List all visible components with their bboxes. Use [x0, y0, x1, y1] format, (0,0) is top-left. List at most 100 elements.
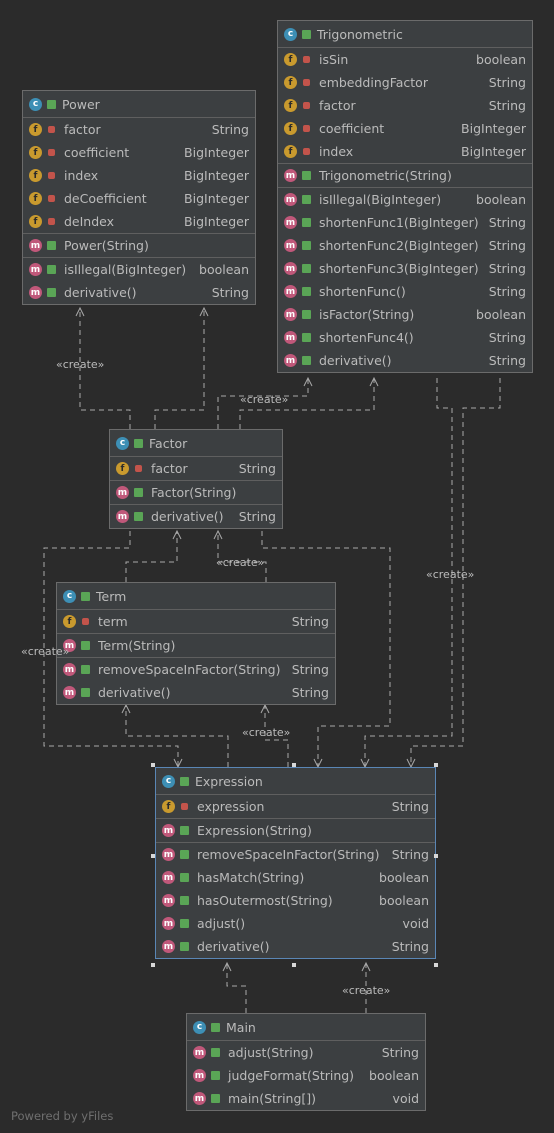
selection-handle[interactable] [151, 963, 155, 967]
method-icon: m [162, 917, 175, 930]
selection-handle[interactable] [292, 963, 296, 967]
method-row[interactable]: m derivative() String [23, 281, 255, 304]
method-row[interactable]: m shortenFunc1(BigInteger) String [278, 211, 532, 234]
method-row[interactable]: m Factor(String) [110, 481, 282, 504]
field-icon: f [29, 146, 42, 159]
class-header[interactable]: c Term [57, 583, 335, 610]
class-header[interactable]: c Factor [110, 430, 282, 457]
member-type: BigInteger [184, 191, 249, 206]
field-row[interactable]: f index BigInteger [23, 164, 255, 187]
public-visibility-icon [81, 591, 90, 601]
member-name: removeSpaceInFactor(String) [98, 662, 281, 677]
field-row[interactable]: f factor String [278, 94, 532, 117]
field-icon: f [29, 169, 42, 182]
class-node-term[interactable]: c Term f term String m Term(String) m removeSpac… [56, 582, 336, 705]
method-row[interactable]: m isFactor(String) boolean [278, 303, 532, 326]
method-row[interactable]: m Term(String) [57, 634, 335, 657]
method-row[interactable]: m isIllegal(BigInteger) boolean [278, 188, 532, 211]
private-lock-icon [303, 79, 310, 86]
class-header[interactable]: c Power [23, 91, 255, 118]
class-node-trigonometric[interactable]: c Trigonometric f isSin boolean f embeddingFac… [277, 20, 533, 373]
field-row[interactable]: f expression String [156, 795, 435, 818]
member-name: isIllegal(BigInteger) [64, 262, 187, 277]
class-name: Main [226, 1019, 256, 1035]
class-node-main[interactable]: c Main m adjust(String) String m judgeFormat(S… [186, 1013, 426, 1111]
method-row[interactable]: m derivative() String [57, 681, 335, 704]
private-lock-icon [303, 102, 310, 109]
member-type: String [488, 215, 526, 230]
method-row[interactable]: m judgeFormat(String) boolean [187, 1064, 425, 1087]
member-type: String [291, 662, 329, 677]
field-row[interactable]: f factor String [110, 457, 282, 480]
method-row[interactable]: m hasOutermost(String) boolean [156, 889, 435, 912]
public-visibility-icon [211, 1071, 220, 1080]
field-row[interactable]: f embeddingFactor String [278, 71, 532, 94]
member-type: String [391, 799, 429, 814]
private-lock-icon [48, 126, 55, 133]
method-row[interactable]: m derivative() String [278, 349, 532, 372]
class-node-expression[interactable]: c Expression f expression String m Expression(… [155, 767, 436, 959]
member-name: hasOutermost(String) [197, 893, 333, 908]
field-row[interactable]: f coefficient BigInteger [23, 141, 255, 164]
class-node-power[interactable]: c Power f factor String f coefficient BigIntege… [22, 90, 256, 305]
selection-handle[interactable] [151, 854, 155, 858]
public-visibility-icon [302, 310, 311, 319]
member-type: String [488, 284, 526, 299]
method-row[interactable]: m removeSpaceInFactor(String) String [156, 843, 435, 866]
field-row[interactable]: f index BigInteger [278, 140, 532, 163]
method-row[interactable]: m Power(String) [23, 234, 255, 257]
class-header[interactable]: c Main [187, 1014, 425, 1041]
public-visibility-icon [47, 288, 56, 297]
edge-expr-term-1[interactable] [121, 703, 229, 767]
field-row[interactable]: f isSin boolean [278, 48, 532, 71]
public-visibility-icon [302, 264, 311, 273]
method-row[interactable]: m hasMatch(String) boolean [156, 866, 435, 889]
member-name: Trigonometric(String) [319, 168, 452, 183]
field-row[interactable]: f deIndex BigInteger [23, 210, 255, 233]
edge-term-factor-1[interactable] [125, 529, 182, 582]
selection-handle[interactable] [434, 854, 438, 858]
selection-handle[interactable] [434, 963, 438, 967]
selection-handle[interactable] [151, 763, 155, 767]
method-row[interactable]: m isIllegal(BigInteger) boolean [23, 258, 255, 281]
method-row[interactable]: m shortenFunc2(BigInteger) String [278, 234, 532, 257]
member-type: boolean [379, 870, 429, 885]
method-row[interactable]: m Trigonometric(String) [278, 164, 532, 187]
member-name: Term(String) [98, 638, 176, 653]
private-lock-icon [48, 149, 55, 156]
field-row[interactable]: f factor String [23, 118, 255, 141]
method-row[interactable]: m main(String[]) void [187, 1087, 425, 1110]
method-row[interactable]: m adjust(String) String [187, 1041, 425, 1064]
public-visibility-icon [81, 641, 90, 650]
field-icon: f [284, 53, 297, 66]
method-icon: m [284, 239, 297, 252]
member-type: boolean [369, 1068, 419, 1083]
method-row[interactable]: m derivative() String [110, 505, 282, 528]
field-row[interactable]: f coefficient BigInteger [278, 117, 532, 140]
method-row[interactable]: m Expression(String) [156, 819, 435, 842]
class-header[interactable]: c Expression [156, 768, 435, 795]
public-visibility-icon [211, 1094, 220, 1103]
method-row[interactable]: m shortenFunc4() String [278, 326, 532, 349]
method-row[interactable]: m adjust() void [156, 912, 435, 935]
field-row[interactable]: f deCoefficient BigInteger [23, 187, 255, 210]
selection-handle[interactable] [434, 763, 438, 767]
create-label-trig: «create» [240, 393, 289, 406]
member-name: term [98, 614, 128, 629]
field-row[interactable]: f term String [57, 610, 335, 633]
edge-main-expr-1[interactable] [222, 961, 247, 1013]
method-icon: m [162, 871, 175, 884]
selection-handle[interactable] [292, 763, 296, 767]
edge-factor-power-2[interactable] [154, 306, 209, 429]
public-visibility-icon [211, 1048, 220, 1057]
class-node-factor[interactable]: c Factor f factor String m Factor(String) m deri… [109, 429, 283, 529]
method-row[interactable]: m shortenFunc3(BigInteger) String [278, 257, 532, 280]
method-row[interactable]: m removeSpaceInFactor(String) String [57, 658, 335, 681]
method-row[interactable]: m shortenFunc() String [278, 280, 532, 303]
class-header[interactable]: c Trigonometric [278, 21, 532, 48]
public-visibility-icon [302, 195, 311, 204]
member-type: String [238, 509, 276, 524]
field-icon: f [29, 215, 42, 228]
method-row[interactable]: m derivative() String [156, 935, 435, 958]
member-type: String [488, 353, 526, 368]
